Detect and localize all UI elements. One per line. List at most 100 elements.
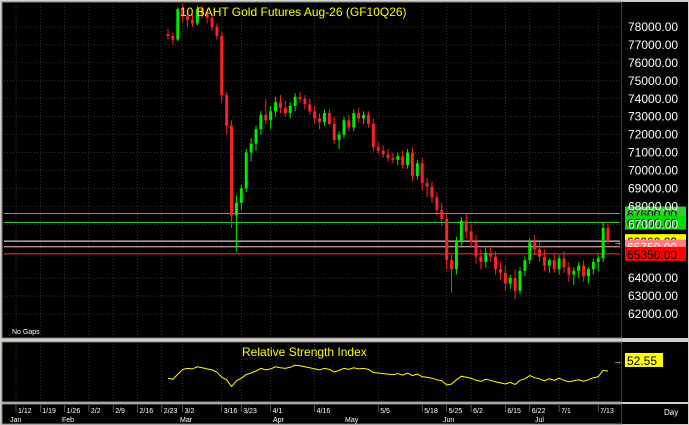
candle-body <box>430 186 434 198</box>
candle-body <box>352 113 356 128</box>
time-tick-label: 4/1 <box>273 408 283 415</box>
month-label: Jun <box>443 417 454 424</box>
candle-body <box>450 260 454 270</box>
candle-body <box>567 267 571 275</box>
price-axis: 78000.00 77000.00 76000.00 75000.00 74000.00… <box>628 20 678 321</box>
candle-body <box>259 114 263 130</box>
x-unit-label: Day <box>664 408 678 417</box>
candle-body <box>494 256 498 270</box>
candle-body <box>210 18 214 27</box>
no-gaps-note: No Gaps <box>12 329 40 336</box>
time-tick-label: 2/9 <box>115 408 125 415</box>
candle-body <box>234 202 238 216</box>
candle-body <box>318 118 322 123</box>
candle-body <box>528 242 532 261</box>
candle-body <box>220 35 224 96</box>
candle-body <box>322 113 326 123</box>
candle-body <box>406 152 410 166</box>
candle-body <box>288 105 292 114</box>
rsi-arrow: → <box>613 356 622 366</box>
candle-body <box>606 227 610 242</box>
time-tick-label: 1/12 <box>18 408 32 415</box>
candle-body <box>347 120 351 128</box>
time-tick-label: 6/2 <box>473 408 483 415</box>
candle-body <box>547 260 551 266</box>
price-tick-label: 70000.00 <box>628 164 678 178</box>
candle-body <box>601 227 605 259</box>
candle-body <box>327 113 331 124</box>
price-tick-label: 64000.00 <box>628 271 678 285</box>
price-tick-label: 75000.00 <box>628 74 678 88</box>
candle-body <box>479 256 483 262</box>
candle-body <box>557 258 561 270</box>
candle-body <box>591 261 595 270</box>
candle-body <box>283 107 287 114</box>
candle-body <box>523 260 527 271</box>
candle-body <box>166 34 170 36</box>
time-tick-label: 7/1 <box>561 408 571 415</box>
candle-body <box>425 183 429 187</box>
candle-body <box>362 114 366 119</box>
candle-body <box>332 123 336 141</box>
price-tick-label: 77000.00 <box>628 38 678 52</box>
time-tick-label: 6/22 <box>532 408 546 415</box>
price-pane <box>1 1 623 339</box>
candle-body <box>435 197 439 210</box>
candle-body <box>308 104 312 112</box>
chart-window: 67600.0067100.0066060.0065750.0065350.00… <box>0 0 689 425</box>
candle-body <box>264 114 268 121</box>
time-tick-label: 2/2 <box>91 408 101 415</box>
rsi-axis-pane <box>622 342 688 402</box>
candle-body <box>225 95 229 126</box>
candle-body <box>371 123 375 148</box>
candle-body <box>386 154 390 158</box>
time-tick-label: 7/13 <box>600 408 614 415</box>
candle-body <box>538 249 542 257</box>
candle-body <box>489 253 493 257</box>
candle-body <box>542 256 546 266</box>
rsi-title: Relative Strength Index <box>242 345 367 359</box>
candle-body <box>562 258 566 268</box>
candle-body <box>396 156 400 160</box>
month-label: Feb <box>62 417 74 424</box>
candle-body <box>342 120 346 135</box>
candle-body <box>596 258 600 262</box>
candle-body <box>518 270 522 291</box>
candle-body <box>533 242 537 250</box>
time-tick-label: 2/16 <box>140 408 154 415</box>
price-tick-label: 63000.00 <box>628 289 678 303</box>
price-tick-label: 74000.00 <box>628 92 678 106</box>
candle-body <box>513 278 517 291</box>
current-price-arrow: → <box>613 237 622 247</box>
candle-body <box>508 278 512 284</box>
chart-title: 10 BAHT Gold Futures Aug-26 (GF10Q26) <box>180 5 407 19</box>
time-tick-label: 3/2 <box>185 408 195 415</box>
rsi-current-value: 52.55 <box>627 354 657 368</box>
candle-body <box>391 157 395 160</box>
price-tick-label: 73000.00 <box>628 110 678 124</box>
price-tick-label: 76000.00 <box>628 56 678 70</box>
candle-body <box>469 231 473 243</box>
price-tick-label: 69000.00 <box>628 181 678 195</box>
price-tick-label: 72000.00 <box>628 128 678 142</box>
candle-body <box>357 113 361 119</box>
candle-body <box>410 152 414 176</box>
time-tick-label: 1/26 <box>67 408 81 415</box>
candle-body <box>313 111 317 119</box>
time-tick-label: 1/19 <box>42 408 56 415</box>
candle-body <box>171 35 175 40</box>
candle-body <box>298 96 302 99</box>
candle-body <box>337 134 341 141</box>
time-tick-label: 5/5 <box>380 408 390 415</box>
candle-body <box>376 147 380 151</box>
candle-body <box>503 272 507 284</box>
candle-body <box>464 220 468 232</box>
candle-body <box>474 242 478 257</box>
level-badge-label: 65350.00 <box>627 248 677 262</box>
candle-body <box>254 129 258 144</box>
candle-body <box>454 242 458 270</box>
month-label: Mar <box>180 417 193 424</box>
price-tick-label: 71000.00 <box>628 146 678 160</box>
candle-body <box>552 260 556 270</box>
candle-body <box>239 188 243 203</box>
